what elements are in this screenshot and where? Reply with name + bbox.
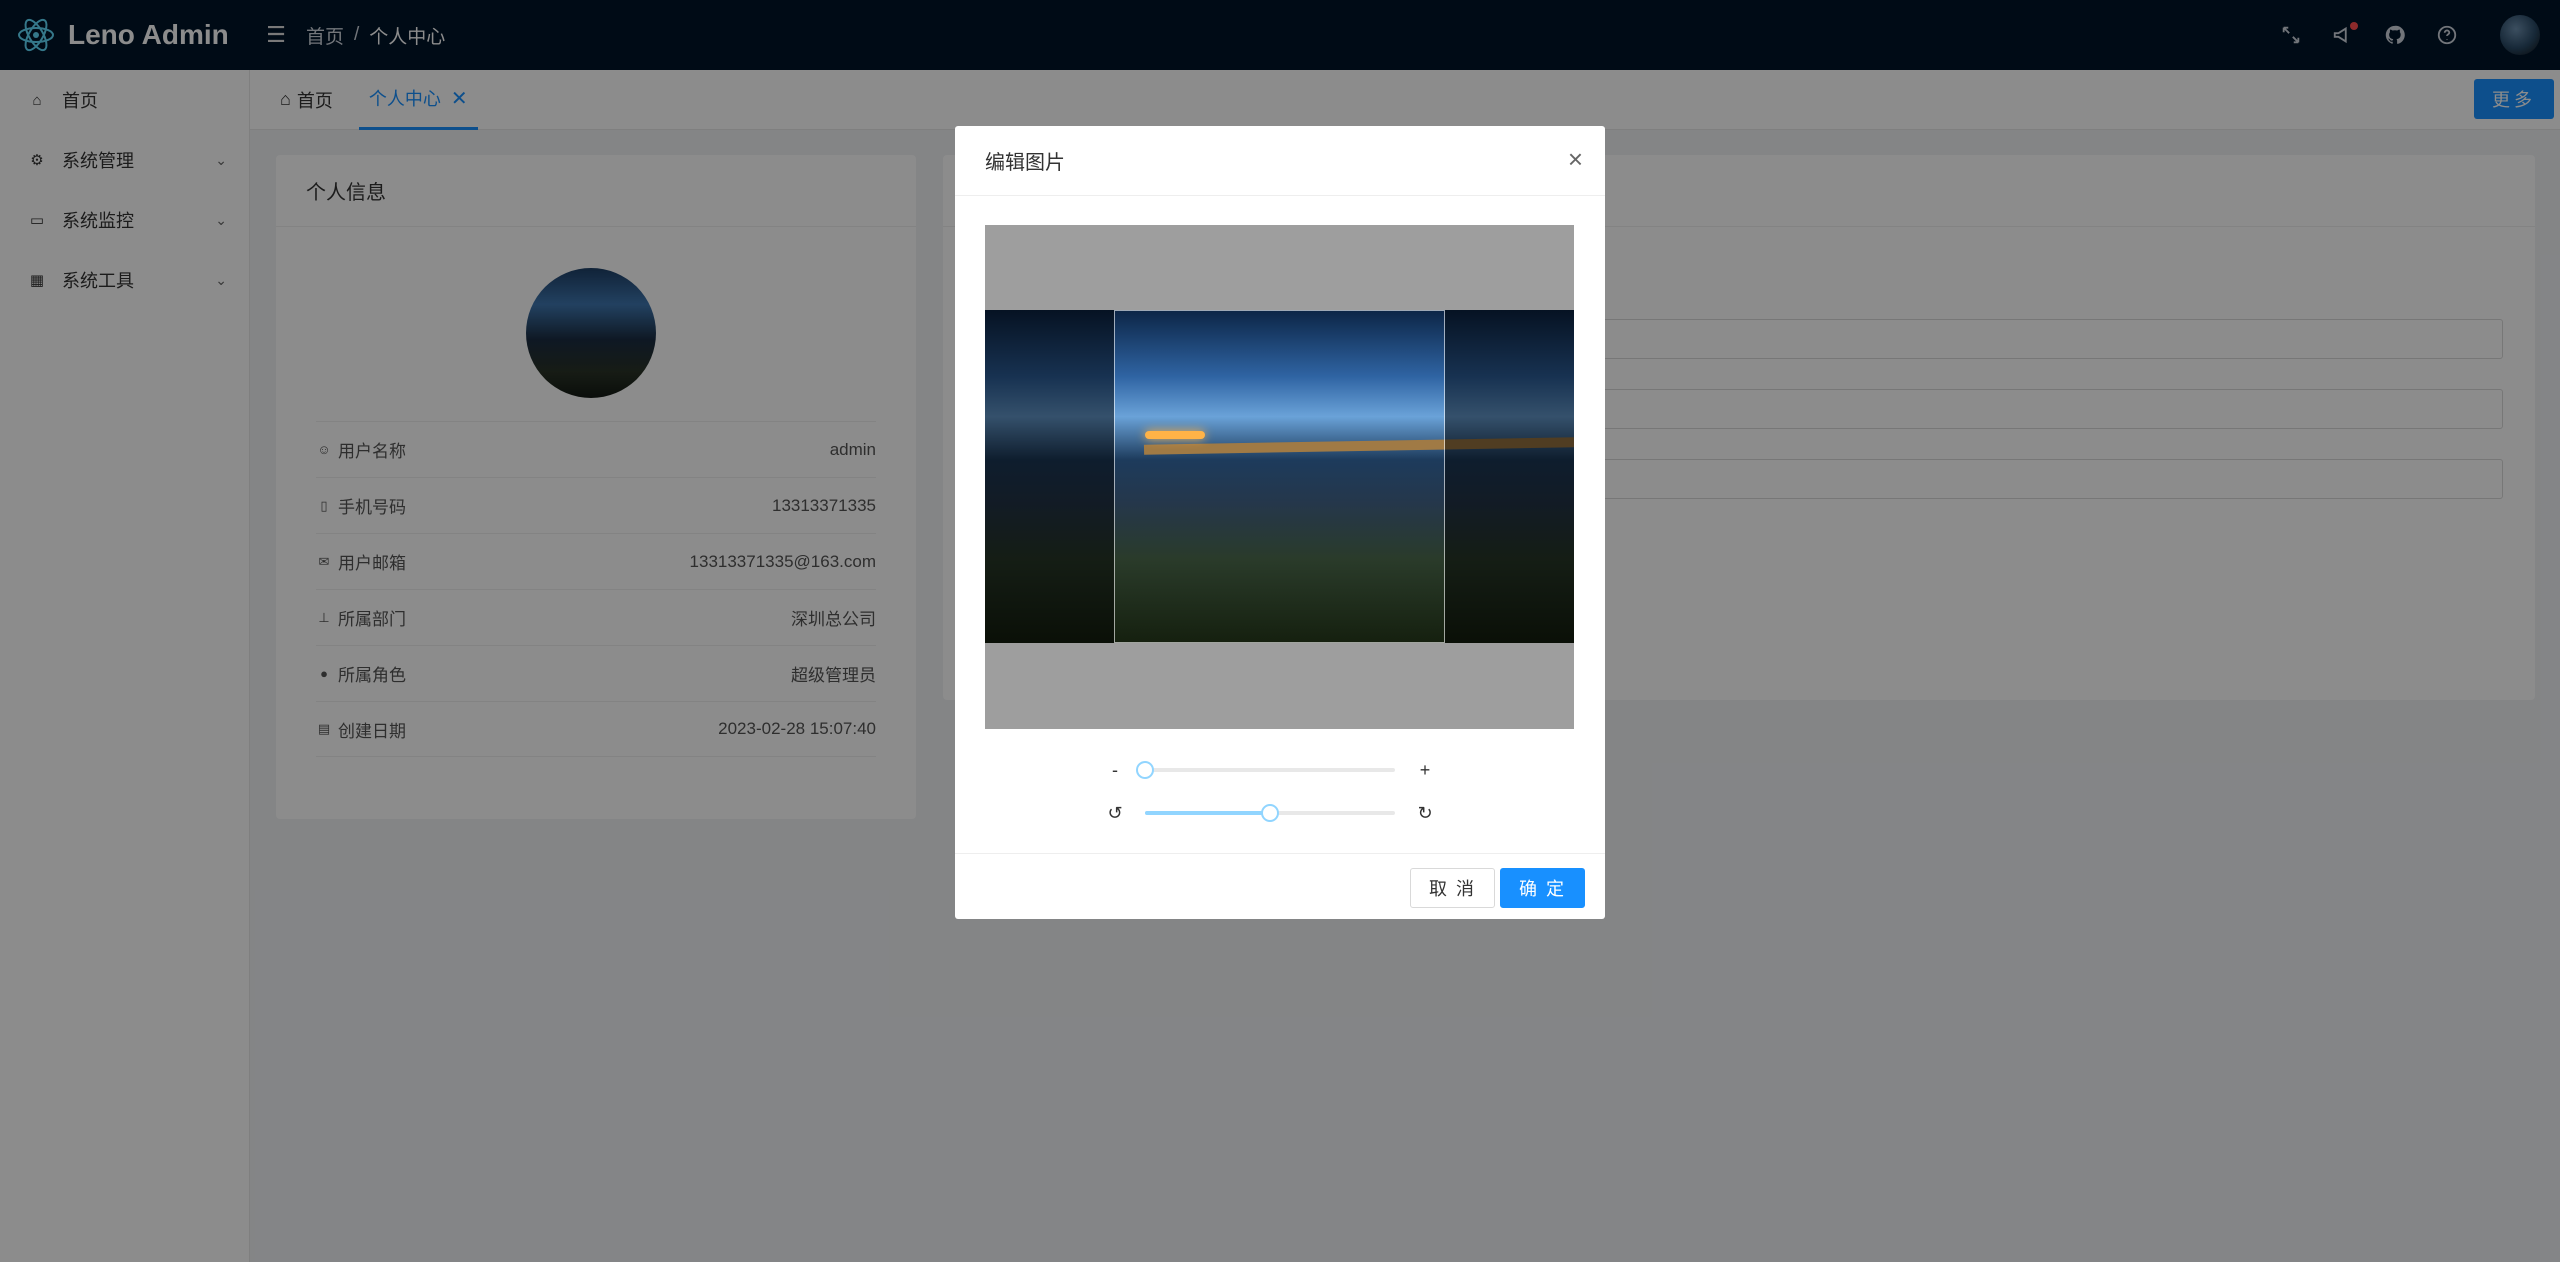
ok-button[interactable]: 确 定 xyxy=(1499,868,1585,908)
rotate-slider[interactable] xyxy=(1145,804,1395,822)
zoom-slider-handle[interactable] xyxy=(1136,761,1154,779)
crop-shade-right xyxy=(1445,310,1574,643)
rotate-slider-fill xyxy=(1145,811,1270,815)
rotate-left-icon[interactable]: ↺ xyxy=(1105,803,1125,824)
crop-shade-left xyxy=(985,310,1114,643)
modal-footer: 取 消 确 定 xyxy=(955,853,1605,919)
rotate-right-icon[interactable]: ↻ xyxy=(1415,803,1435,824)
rotate-slider-handle[interactable] xyxy=(1261,804,1279,822)
close-icon[interactable]: × xyxy=(1568,146,1583,172)
modal-title: 编辑图片 xyxy=(985,152,1065,174)
rotate-control: ↺ ↻ xyxy=(1105,798,1435,828)
crop-selection-box[interactable] xyxy=(1114,310,1445,643)
zoom-slider[interactable] xyxy=(1136,761,1395,779)
cancel-button[interactable]: 取 消 xyxy=(1409,868,1495,908)
zoom-out-button[interactable]: - xyxy=(1105,760,1125,781)
zoom-control: - + xyxy=(1105,755,1435,785)
edit-image-modal: 编辑图片 × - + ↺ ↻ 取 消 确 定 xyxy=(955,126,1605,919)
zoom-in-button[interactable]: + xyxy=(1415,760,1435,781)
modal-header: 编辑图片 × xyxy=(955,126,1605,196)
image-cropper[interactable] xyxy=(985,225,1574,729)
